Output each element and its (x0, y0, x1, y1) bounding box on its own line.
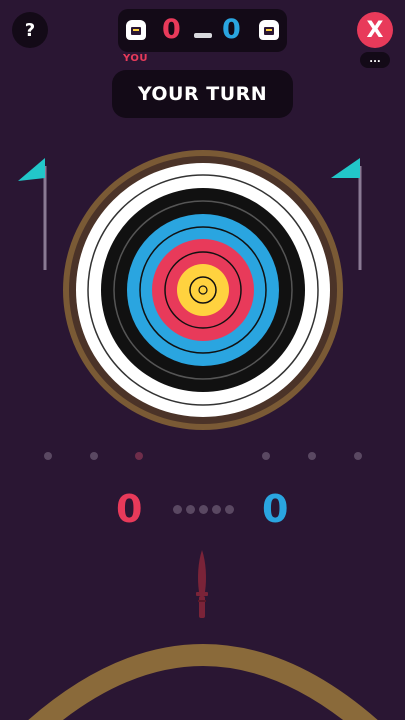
player-match-score: 0 (162, 14, 181, 45)
player-round-score: 0 (116, 487, 143, 531)
round-dot (186, 505, 195, 514)
opponent-round-score: 0 (262, 487, 289, 531)
player-avatar-icon (126, 20, 146, 40)
round-dot (225, 505, 234, 514)
opponent-match-score: 0 (222, 14, 241, 45)
round-dot (212, 505, 221, 514)
player-throw-dot (44, 452, 52, 460)
gold-ring (177, 264, 229, 316)
round-dot (173, 505, 182, 514)
player-throw-dot (90, 452, 98, 460)
archery-target[interactable] (0, 150, 405, 440)
knife-icon[interactable] (190, 548, 214, 622)
help-button[interactable]: ? (12, 12, 48, 48)
close-button[interactable]: X (357, 12, 393, 48)
score-separator (194, 33, 212, 38)
turn-banner: YOUR TURN (112, 70, 293, 118)
round-dot (199, 505, 208, 514)
game-screen: ? 0 0 X ... YOU YOUR TURN 0 0 (0, 0, 405, 720)
player-tag: YOU (123, 53, 149, 64)
bow-arc (28, 644, 378, 720)
opponent-throw-dot (262, 452, 270, 460)
opponent-avatar-icon (259, 20, 279, 40)
flag-icon (18, 158, 47, 270)
more-button[interactable]: ... (360, 52, 390, 68)
opponent-throw-dot (354, 452, 362, 460)
player-throw-dot-current (135, 452, 143, 460)
scoreboard: 0 0 (118, 9, 287, 52)
opponent-throw-dot (308, 452, 316, 460)
